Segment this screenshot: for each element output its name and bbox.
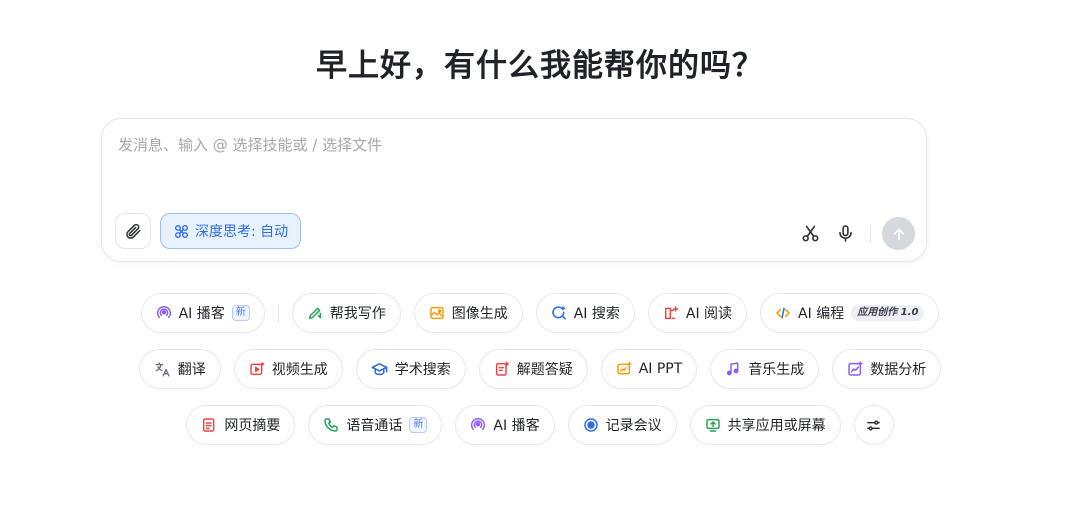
chip-label: 解题答疑 xyxy=(516,362,573,378)
search-icon xyxy=(551,306,566,320)
chip-translate[interactable]: 翻译 xyxy=(138,349,221,389)
more-skills-button[interactable] xyxy=(853,405,894,445)
image-icon xyxy=(430,306,444,320)
message-composer: 深度思考: 自动 xyxy=(101,118,927,262)
chip-image-gen[interactable]: 图像生成 xyxy=(413,293,523,333)
chip-label: 音乐生成 xyxy=(748,362,805,378)
chip-label: AI 编程 xyxy=(798,306,845,322)
ppt-icon xyxy=(616,361,632,375)
chip-label: 视频生成 xyxy=(271,362,328,378)
chip-voice-call[interactable]: 语音通话 新 xyxy=(308,405,443,445)
message-input[interactable] xyxy=(116,135,900,155)
attach-button[interactable] xyxy=(115,213,151,249)
toolbar-divider xyxy=(870,225,871,243)
app-create-badge: 应用创作 1.0 xyxy=(851,305,925,321)
video-icon xyxy=(249,362,264,376)
skill-row-2: 翻译 视频生成 学术搜索 解题答疑 AI PPT 音乐生成 数据分析 xyxy=(0,349,1080,389)
chip-label: 帮我写作 xyxy=(329,306,386,322)
chart-icon xyxy=(848,361,864,376)
atom-icon xyxy=(174,224,189,238)
chip-write[interactable]: 帮我写作 xyxy=(291,293,401,333)
send-button[interactable] xyxy=(882,217,915,250)
microphone-button[interactable] xyxy=(835,223,855,243)
chip-label: 网页摘要 xyxy=(224,418,281,434)
paperclip-icon xyxy=(126,223,141,239)
chip-ai-read[interactable]: AI 阅读 xyxy=(647,293,748,333)
deep-think-label: 深度思考: 自动 xyxy=(195,224,289,240)
chip-label: AI 播客 xyxy=(178,306,225,322)
chip-label: 记录会议 xyxy=(605,418,662,434)
chip-label: AI 阅读 xyxy=(685,306,733,322)
new-badge: 新 xyxy=(231,305,250,321)
microphone-icon xyxy=(838,224,852,242)
chip-label: AI 播客 xyxy=(493,418,540,434)
podcast-icon xyxy=(471,417,486,431)
chip-label: 翻译 xyxy=(177,362,206,378)
translate-icon xyxy=(155,361,170,377)
solve-icon xyxy=(495,361,509,376)
chip-label: 数据分析 xyxy=(870,362,927,378)
scissors-icon xyxy=(802,225,818,241)
new-badge: 新 xyxy=(409,417,428,433)
skill-row-1: AI 播客 新 帮我写作 图像生成 AI 搜索 AI 阅读 AI 编程 应用创作… xyxy=(0,293,1080,333)
chip-screen-share[interactable]: 共享应用或屏幕 xyxy=(689,405,841,445)
chip-label: 共享应用或屏幕 xyxy=(727,418,826,434)
skill-row-3: 网页摘要 语音通话 新 AI 播客 记录会议 共享应用或屏幕 xyxy=(0,405,1080,445)
chip-webpage-summary[interactable]: 网页摘要 xyxy=(186,405,296,445)
pen-icon xyxy=(308,307,321,320)
screen-share-icon xyxy=(705,418,720,432)
chip-video-gen[interactable]: 视频生成 xyxy=(233,349,343,389)
chip-label: 语音通话 xyxy=(346,418,403,434)
record-icon xyxy=(583,418,598,432)
chip-separator xyxy=(277,304,279,322)
chip-ai-ppt[interactable]: AI PPT xyxy=(600,349,698,389)
chip-solve[interactable]: 解题答疑 xyxy=(478,349,588,389)
chip-label: 学术搜索 xyxy=(394,362,451,378)
deep-think-button[interactable]: 深度思考: 自动 xyxy=(160,213,302,249)
page: 早上好，有什么我能帮你的吗？ 深度思考: 自动 xyxy=(0,0,1080,516)
code-icon xyxy=(776,307,790,319)
chip-ai-search[interactable]: AI 搜索 xyxy=(535,293,635,333)
chip-ai-podcast-2[interactable]: AI 播客 xyxy=(455,405,555,445)
chip-academic-search[interactable]: 学术搜索 xyxy=(355,349,466,389)
greeting-title: 早上好，有什么我能帮你的吗？ xyxy=(316,48,764,84)
scissors-button[interactable] xyxy=(800,223,820,243)
chip-label: 图像生成 xyxy=(451,306,508,322)
music-icon xyxy=(727,362,739,376)
book-icon xyxy=(664,306,679,320)
podcast-icon xyxy=(156,305,171,319)
chip-record-meeting[interactable]: 记录会议 xyxy=(567,405,677,445)
chip-music-gen[interactable]: 音乐生成 xyxy=(710,349,820,389)
chip-ai-code[interactable]: AI 编程 应用创作 1.0 xyxy=(760,293,940,333)
arrow-up-icon xyxy=(893,228,904,240)
chip-ai-podcast[interactable]: AI 播客 新 xyxy=(140,293,265,333)
webpage-icon xyxy=(203,418,215,432)
phone-icon xyxy=(324,418,339,432)
sliders-icon xyxy=(867,420,880,430)
chip-data-analysis[interactable]: 数据分析 xyxy=(832,349,942,389)
chip-label: AI 搜索 xyxy=(573,306,620,322)
chip-label: AI PPT xyxy=(638,361,683,377)
academic-icon xyxy=(371,362,388,375)
